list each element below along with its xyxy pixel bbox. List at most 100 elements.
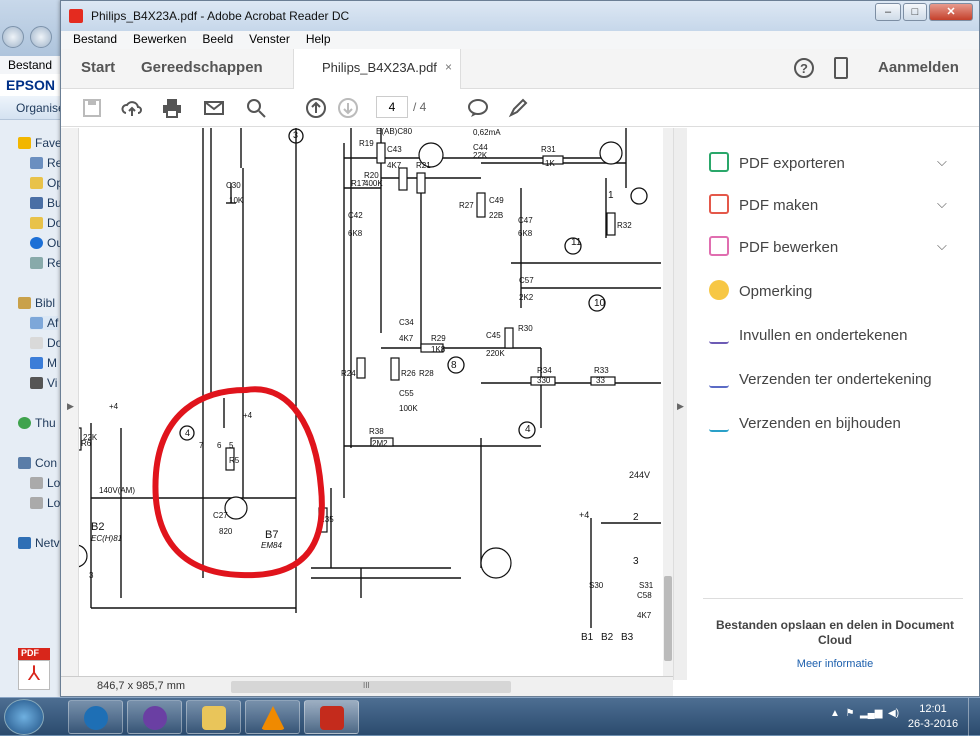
- svg-text:R19: R19: [359, 139, 374, 148]
- mobile-link-icon[interactable]: [834, 57, 848, 79]
- svg-text:7: 7: [199, 441, 204, 450]
- lib-item[interactable]: M: [30, 356, 57, 370]
- drive-icon: [30, 497, 43, 509]
- signin-button[interactable]: Aanmelden: [878, 59, 959, 76]
- fav-item[interactable]: Do: [30, 216, 62, 230]
- library-item[interactable]: Bibl: [18, 296, 55, 310]
- drive-item[interactable]: Lo: [30, 476, 60, 490]
- homegroup-item[interactable]: Thu: [18, 416, 56, 430]
- svg-text:140V(AM): 140V(AM): [99, 486, 135, 495]
- tab-tools[interactable]: Gereedschappen: [141, 59, 263, 76]
- fav-item[interactable]: Re: [30, 256, 62, 270]
- pdf-file-icon[interactable]: PDF ⅄: [18, 648, 60, 692]
- maximize-button[interactable]: □: [903, 3, 927, 21]
- print-icon[interactable]: [161, 97, 183, 119]
- svg-text:C34: C34: [399, 318, 414, 327]
- network-item[interactable]: Netv: [18, 536, 60, 550]
- vertical-scroll-thumb[interactable]: [664, 576, 672, 661]
- save-icon[interactable]: [81, 97, 103, 119]
- system-tray[interactable]: ▲ ⚑ ▂▄▆ ◀): [830, 708, 899, 719]
- chevron-down-icon[interactable]: ⌵: [937, 154, 947, 170]
- more-info-link[interactable]: Meer informatie: [703, 658, 967, 670]
- drive-item[interactable]: Lo: [30, 496, 60, 510]
- svg-text:4K7: 4K7: [637, 611, 652, 620]
- show-desktop-button[interactable]: [968, 698, 980, 736]
- tool-export-pdf[interactable]: PDF exporteren: [709, 152, 845, 176]
- page-number-input[interactable]: 4: [376, 96, 408, 118]
- svg-text:R32: R32: [617, 221, 632, 230]
- comment-icon[interactable]: [467, 97, 489, 119]
- page-down-icon[interactable]: [337, 97, 359, 119]
- menu-venster[interactable]: Venster: [249, 32, 290, 48]
- tool-create-pdf[interactable]: PDF maken: [709, 194, 818, 218]
- menu-help[interactable]: Help: [306, 32, 331, 48]
- svg-text:+4: +4: [109, 402, 119, 411]
- svg-text:22K: 22K: [83, 433, 98, 442]
- taskbar-app-1[interactable]: [68, 700, 123, 734]
- tab-document[interactable]: Philips_B4X23A.pdf ×: [293, 49, 461, 89]
- video-icon: [30, 377, 43, 389]
- tool-fill-sign[interactable]: Invullen en ondertekenen: [709, 324, 907, 348]
- document-viewer[interactable]: 13F85 3E(AB)C80 0,62mAC4422K R19C434K7 R…: [61, 128, 673, 680]
- menu-beeld[interactable]: Beeld: [202, 32, 233, 48]
- close-button[interactable]: ✕: [929, 3, 973, 21]
- highlight-pen-icon[interactable]: [507, 97, 529, 119]
- taskbar-explorer[interactable]: [186, 700, 241, 734]
- lib-item[interactable]: Do: [30, 336, 62, 350]
- svg-text:6K8: 6K8: [518, 229, 533, 238]
- chevron-down-icon[interactable]: ⌵: [937, 196, 947, 212]
- upload-cloud-icon[interactable]: [121, 97, 143, 119]
- collapse-right-panel-icon[interactable]: ▶: [677, 401, 684, 412]
- svg-text:C45: C45: [486, 331, 501, 340]
- forward-button[interactable]: [30, 26, 52, 48]
- svg-text:B2: B2: [601, 632, 614, 643]
- help-icon[interactable]: ?: [794, 58, 814, 78]
- lib-item[interactable]: Af: [30, 316, 59, 330]
- svg-text:1K8: 1K8: [431, 345, 446, 354]
- back-button[interactable]: [2, 26, 24, 48]
- fav-item[interactable]: Re: [30, 156, 62, 170]
- acrobat-window: Philips_B4X23A.pdf - Adobe Acrobat Reade…: [60, 0, 980, 697]
- tool-comment[interactable]: Opmerking: [709, 280, 812, 304]
- chevron-down-icon[interactable]: ⌵: [937, 238, 947, 254]
- menu-bewerken[interactable]: Bewerken: [133, 32, 186, 48]
- lib-item[interactable]: Vi: [30, 376, 57, 390]
- folder-icon: [30, 217, 43, 229]
- folder-icon: [30, 157, 43, 169]
- computer-icon: [18, 457, 31, 469]
- fav-item[interactable]: Bu: [30, 196, 62, 210]
- tool-send-for-signature[interactable]: Verzenden ter ondertekening: [709, 368, 932, 392]
- horizontal-scroll-thumb[interactable]: III: [231, 681, 511, 693]
- email-icon[interactable]: [203, 97, 225, 119]
- favorites-item[interactable]: Fave: [18, 136, 62, 150]
- acrobat-logo-icon: ⅄: [18, 660, 50, 690]
- close-tab-icon[interactable]: ×: [445, 60, 452, 74]
- page-total: / 4: [413, 100, 427, 114]
- svg-text:22K: 22K: [473, 151, 488, 160]
- fav-item[interactable]: Op: [30, 176, 63, 190]
- svg-text:3: 3: [293, 130, 298, 140]
- menu-bestand[interactable]: Bestand: [73, 32, 117, 48]
- svg-text:C47: C47: [518, 216, 533, 225]
- search-icon[interactable]: [245, 97, 267, 119]
- svg-text:C27: C27: [213, 511, 228, 520]
- expand-left-panel-icon[interactable]: ▶: [67, 401, 74, 412]
- svg-text:C42: C42: [348, 211, 363, 220]
- fav-item[interactable]: Ou: [30, 236, 63, 250]
- toolbar: 4 / 4: [61, 89, 979, 127]
- menu-bar: Bestand Bewerken Beeld Venster Help: [61, 31, 979, 49]
- svg-text:3: 3: [89, 571, 94, 580]
- tab-start[interactable]: Start: [81, 59, 115, 76]
- taskbar-app-2[interactable]: [127, 700, 182, 734]
- fill-sign-icon: [709, 324, 729, 344]
- minimize-button[interactable]: –: [875, 3, 901, 21]
- start-button[interactable]: [4, 699, 44, 735]
- clock[interactable]: 12:01 26-3-2016: [906, 702, 960, 732]
- send-signature-icon: [709, 368, 729, 388]
- computer-item[interactable]: Con: [18, 456, 57, 470]
- tool-edit-pdf[interactable]: PDF bewerken: [709, 236, 838, 260]
- taskbar-vlc[interactable]: [245, 700, 300, 734]
- taskbar-acrobat[interactable]: [304, 700, 359, 734]
- page-up-icon[interactable]: [305, 97, 327, 119]
- tool-send-track[interactable]: Verzenden en bijhouden: [709, 412, 901, 436]
